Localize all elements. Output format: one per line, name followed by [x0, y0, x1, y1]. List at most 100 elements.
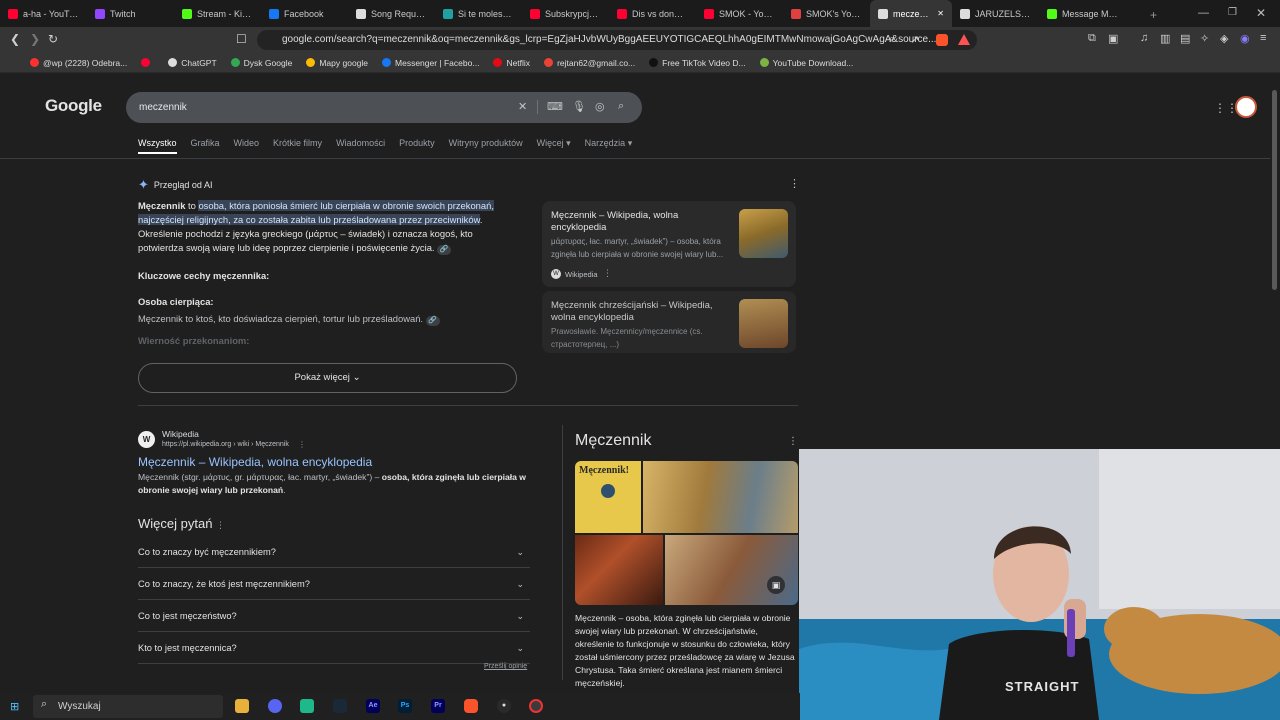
- browser-tab[interactable]: Song Requests: [348, 0, 435, 27]
- browser-tab[interactable]: Message Mode: [1039, 0, 1126, 27]
- search-tab[interactable]: Wiadomości: [336, 138, 385, 154]
- show-more-button[interactable]: Pokaż więcej ⌄: [138, 363, 517, 393]
- file-explorer-icon[interactable]: [235, 699, 249, 713]
- address-bar[interactable]: google.com/search?q=meczennik&oq=meczenn…: [257, 30, 977, 50]
- result-title-link[interactable]: Męczennik – Wikipedia, wolna encyklopedi…: [138, 455, 372, 469]
- search-tab[interactable]: Więcej ▾: [537, 138, 571, 154]
- bookmark-item[interactable]: Free TikTok Video D...: [649, 58, 746, 68]
- music-icon[interactable]: ♫: [1140, 32, 1148, 44]
- page-scrollbar[interactable]: [1272, 90, 1277, 290]
- browser-tab[interactable]: Si te molesta c: [435, 0, 522, 27]
- wallet-icon[interactable]: ▤: [1180, 32, 1190, 45]
- search-tab[interactable]: Wideo: [234, 138, 260, 154]
- item1-text: Męczennik to ktoś, kto doświadcza cierpi…: [138, 312, 508, 326]
- clear-search-icon[interactable]: ✕: [518, 100, 527, 113]
- search-icon[interactable]: ⌕: [889, 33, 895, 46]
- lens-icon[interactable]: ◎: [595, 100, 605, 113]
- profile-icon[interactable]: ◉: [1240, 32, 1250, 45]
- source-card-2[interactable]: Męczennik chrześcijański – Wikipedia, wo…: [542, 291, 796, 353]
- menu-icon[interactable]: ≡: [1260, 32, 1266, 44]
- knowledge-image-painting[interactable]: [575, 535, 663, 605]
- new-tab-icon[interactable]: +: [1150, 8, 1157, 22]
- brave-browser-icon[interactable]: [464, 699, 478, 713]
- maximize-icon[interactable]: ❐: [1228, 7, 1237, 18]
- bookmark-item[interactable]: @wp (2228) Odebra...: [30, 58, 127, 68]
- screenshot-icon[interactable]: ▣: [1108, 32, 1118, 45]
- feedback-link[interactable]: Prześlij opinię: [484, 663, 527, 670]
- image-gallery-icon[interactable]: ▣: [767, 576, 785, 594]
- knowledge-image-painting[interactable]: [643, 461, 798, 533]
- steam-icon[interactable]: [333, 699, 347, 713]
- more-options-icon[interactable]: ⋮: [216, 520, 225, 530]
- browser-tab[interactable]: Subskrypcje - Y: [522, 0, 609, 27]
- more-options-icon[interactable]: ⋮: [788, 436, 798, 447]
- search-tab[interactable]: Grafika: [191, 138, 220, 154]
- share-icon[interactable]: ↗: [910, 33, 919, 46]
- browser-tab[interactable]: SMOK - YouTu: [696, 0, 783, 27]
- bookmark-item[interactable]: [141, 58, 154, 67]
- windows-start-icon[interactable]: ⊞: [10, 700, 19, 713]
- extensions-icon[interactable]: ⧉: [1088, 32, 1096, 45]
- vpn-icon[interactable]: ◈: [1220, 32, 1228, 45]
- tab-label: SMOK - YouTu: [719, 8, 775, 19]
- browser-tab[interactable]: Stream - Kick D: [174, 0, 261, 27]
- browser-tab[interactable]: JARUZELSKI - S: [952, 0, 1039, 27]
- microphone-icon[interactable]: 🎙: [572, 100, 586, 113]
- photoshop-icon[interactable]: Ps: [398, 699, 412, 713]
- paa-question[interactable]: Co to jest męczeństwo? ⌄: [138, 600, 530, 632]
- link-icon[interactable]: 🔗: [437, 245, 452, 255]
- obs-icon[interactable]: ●: [497, 699, 511, 713]
- bookmark-item[interactable]: rejtan62@gmail.co...: [544, 58, 635, 68]
- bookmark-item[interactable]: YouTube Download...: [759, 58, 853, 68]
- avatar[interactable]: [1235, 96, 1257, 118]
- paa-question[interactable]: Kto to jest męczennica? ⌄: [138, 632, 530, 664]
- minimize-icon[interactable]: —: [1198, 7, 1209, 19]
- browser-tab[interactable]: SMOK's YouTu: [783, 0, 870, 27]
- search-input[interactable]: meczennik: [126, 92, 642, 123]
- brave-rewards-icon[interactable]: [958, 34, 970, 45]
- bookmark-item[interactable]: Messenger | Facebo...: [382, 58, 479, 68]
- paa-question[interactable]: Co to znaczy, że ktoś jest męczennikiem?…: [138, 568, 530, 600]
- google-logo[interactable]: Google: [45, 96, 102, 116]
- browser-tab[interactable]: Twitch: [87, 0, 174, 27]
- search-tab[interactable]: Narzędzia ▾: [585, 138, 633, 154]
- more-options-icon[interactable]: ⋮: [298, 440, 306, 449]
- bookmark-item[interactable]: ChatGPT: [168, 58, 217, 68]
- reload-icon[interactable]: ↻: [48, 32, 58, 46]
- knowledge-image-painting[interactable]: [665, 535, 798, 605]
- close-tab-icon[interactable]: ✕: [937, 9, 944, 18]
- forward-icon[interactable]: ❯: [30, 32, 40, 46]
- search-submit-icon[interactable]: ⌕: [618, 100, 624, 113]
- browser-tab[interactable]: Facebook: [261, 0, 348, 27]
- keyboard-icon[interactable]: ⌨: [547, 100, 563, 113]
- ai-more-options-icon[interactable]: ⋮: [789, 177, 800, 190]
- app-icon[interactable]: [300, 699, 314, 713]
- back-icon[interactable]: ❮: [10, 32, 20, 46]
- premiere-icon[interactable]: Pr: [431, 699, 445, 713]
- bookmark-item[interactable]: Netflix: [493, 58, 530, 68]
- browser-tab[interactable]: a-ha - YouTube: [0, 0, 87, 27]
- search-tab[interactable]: Wszystko: [138, 138, 177, 154]
- taskbar-search[interactable]: Wyszukaj: [33, 695, 223, 718]
- link-icon[interactable]: 🔗: [425, 316, 440, 326]
- search-icon: ⌕: [41, 698, 48, 710]
- paa-question[interactable]: Co to znaczy być męczennikiem? ⌄: [138, 536, 530, 568]
- recording-app-icon[interactable]: [529, 699, 543, 713]
- sidebar-icon[interactable]: ▥: [1160, 32, 1170, 45]
- brave-shield-icon[interactable]: [936, 34, 948, 46]
- search-tab[interactable]: Produkty: [399, 138, 435, 154]
- more-options-icon[interactable]: ⋮: [603, 268, 612, 279]
- bookmark-icon[interactable]: ☐: [236, 32, 247, 46]
- leo-ai-icon[interactable]: ✧: [1200, 32, 1209, 45]
- bookmark-item[interactable]: Mapy google: [306, 58, 368, 68]
- browser-tab[interactable]: meczennik ✕: [870, 0, 952, 27]
- discord-icon[interactable]: [268, 699, 282, 713]
- browser-tab[interactable]: Dis vs donejty: [609, 0, 696, 27]
- close-window-icon[interactable]: ✕: [1256, 6, 1266, 20]
- search-tab[interactable]: Witryny produktów: [449, 138, 523, 154]
- after-effects-icon[interactable]: Ae: [366, 699, 380, 713]
- bookmark-item[interactable]: Dysk Google: [230, 58, 292, 68]
- knowledge-image-cover[interactable]: Męczennik!: [575, 461, 641, 533]
- source-card-1[interactable]: Męczennik – Wikipedia, wolna encyklopedi…: [542, 201, 796, 287]
- search-tab[interactable]: Krótkie filmy: [273, 138, 322, 154]
